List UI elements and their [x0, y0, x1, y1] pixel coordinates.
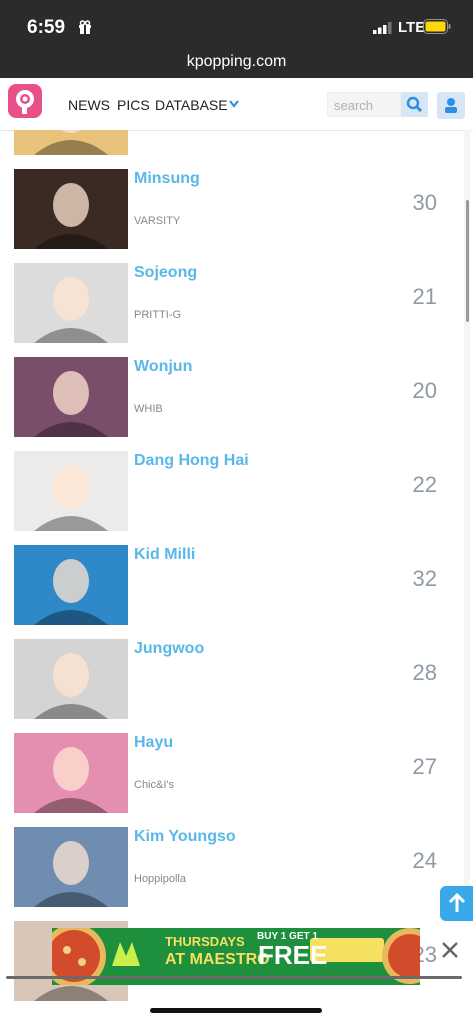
idol-count: 30 — [412, 190, 437, 215]
idol-name[interactable]: Minsung — [134, 170, 200, 188]
list-item[interactable]: Hayu Chic&I's 27 — [0, 718, 462, 813]
idol-group: VARSITY — [134, 215, 181, 227]
idol-name[interactable]: Jungwoo — [134, 640, 204, 658]
idol-count: 20 — [412, 378, 437, 403]
logo-icon — [16, 90, 34, 114]
idol-name[interactable]: Hayu — [134, 734, 173, 752]
list-item[interactable]: Dang Hong Hai 22 — [0, 436, 462, 531]
chevron-down-icon[interactable] — [229, 100, 239, 108]
idol-name[interactable]: Wonjun — [134, 358, 192, 376]
list-item[interactable]: Wonjun WHIB 20 — [0, 342, 462, 437]
home-indicator — [150, 1008, 322, 1013]
status-time: 6:59 — [27, 17, 66, 38]
idol-group: Hoppipolla — [134, 873, 186, 885]
idol-name[interactable]: Kim Youngso — [134, 828, 236, 846]
idol-group: Chic&I's — [134, 779, 174, 791]
list-item[interactable]: Minsung VARSITY 30 — [0, 154, 462, 249]
gift-icon — [79, 20, 91, 34]
list-item[interactable]: Jungwoo 28 — [0, 624, 462, 719]
idol-name[interactable]: Kid Milli — [134, 546, 195, 564]
list-item[interactable]: Sojeong PRITTI-G 21 — [0, 248, 462, 343]
status-bar: 6:59 LTE — [0, 0, 473, 48]
site-header: NEWS PICS DATABASE search — [0, 78, 473, 131]
idol-count: 24 — [412, 848, 437, 873]
idol-thumbnail[interactable] — [14, 451, 128, 531]
site-logo[interactable] — [8, 84, 42, 118]
idol-thumbnail[interactable] — [14, 545, 128, 625]
user-icon — [445, 98, 457, 113]
search-input[interactable]: search — [327, 92, 401, 117]
idol-thumbnail[interactable] — [14, 263, 128, 343]
url-bar[interactable]: kpopping.com — [0, 48, 473, 78]
idol-thumbnail[interactable] — [14, 130, 128, 155]
url-text: kpopping.com — [186, 53, 287, 70]
scrollbar-thumb[interactable] — [466, 200, 469, 322]
idol-name[interactable]: Sojeong — [134, 264, 197, 282]
signal-icon — [373, 22, 392, 34]
idol-count: 32 — [412, 566, 437, 591]
search-button[interactable] — [401, 92, 428, 117]
arrow-up-icon — [448, 892, 466, 912]
ad-line1: THURSDAYS — [165, 934, 245, 949]
idol-list: LAYSHA30 Minsung VARSITY 30 Sojeong PRITTI-G 2… — [0, 130, 473, 1024]
idol-name[interactable]: Dang Hong Hai — [134, 452, 249, 470]
idol-thumbnail[interactable] — [14, 169, 128, 249]
idol-group: PRITTI-G — [134, 309, 182, 321]
idol-group: WHIB — [134, 403, 163, 415]
idol-count: 27 — [412, 754, 437, 779]
nav-database[interactable]: DATABASE — [155, 97, 228, 113]
close-icon[interactable] — [440, 940, 460, 960]
idol-count: 22 — [412, 472, 437, 497]
tab-bar-divider — [6, 976, 462, 979]
ad-line2: AT MAESTRO — [165, 951, 270, 968]
list-item[interactable]: LAYSHA30 — [0, 130, 462, 155]
idol-count: 21 — [412, 284, 437, 309]
idol-thumbnail[interactable] — [14, 827, 128, 907]
idol-group: LAYSHA — [134, 130, 177, 133]
idol-thumbnail[interactable] — [14, 733, 128, 813]
list-item[interactable]: Kid Milli 32 — [0, 530, 462, 625]
network-label: LTE — [398, 19, 426, 36]
search-icon — [406, 96, 423, 113]
idol-thumbnail[interactable] — [14, 639, 128, 719]
nav-news[interactable]: NEWS — [68, 97, 110, 113]
back-to-top-button[interactable] — [440, 886, 473, 921]
idol-count: 28 — [412, 660, 437, 685]
battery-icon — [423, 19, 451, 34]
ad-line4: FREE — [258, 940, 328, 970]
list-item[interactable]: Kim Youngso Hoppipolla 24 — [0, 812, 462, 907]
nav-pics[interactable]: PICS — [117, 97, 150, 113]
idol-thumbnail[interactable] — [14, 357, 128, 437]
user-button[interactable] — [437, 92, 465, 119]
